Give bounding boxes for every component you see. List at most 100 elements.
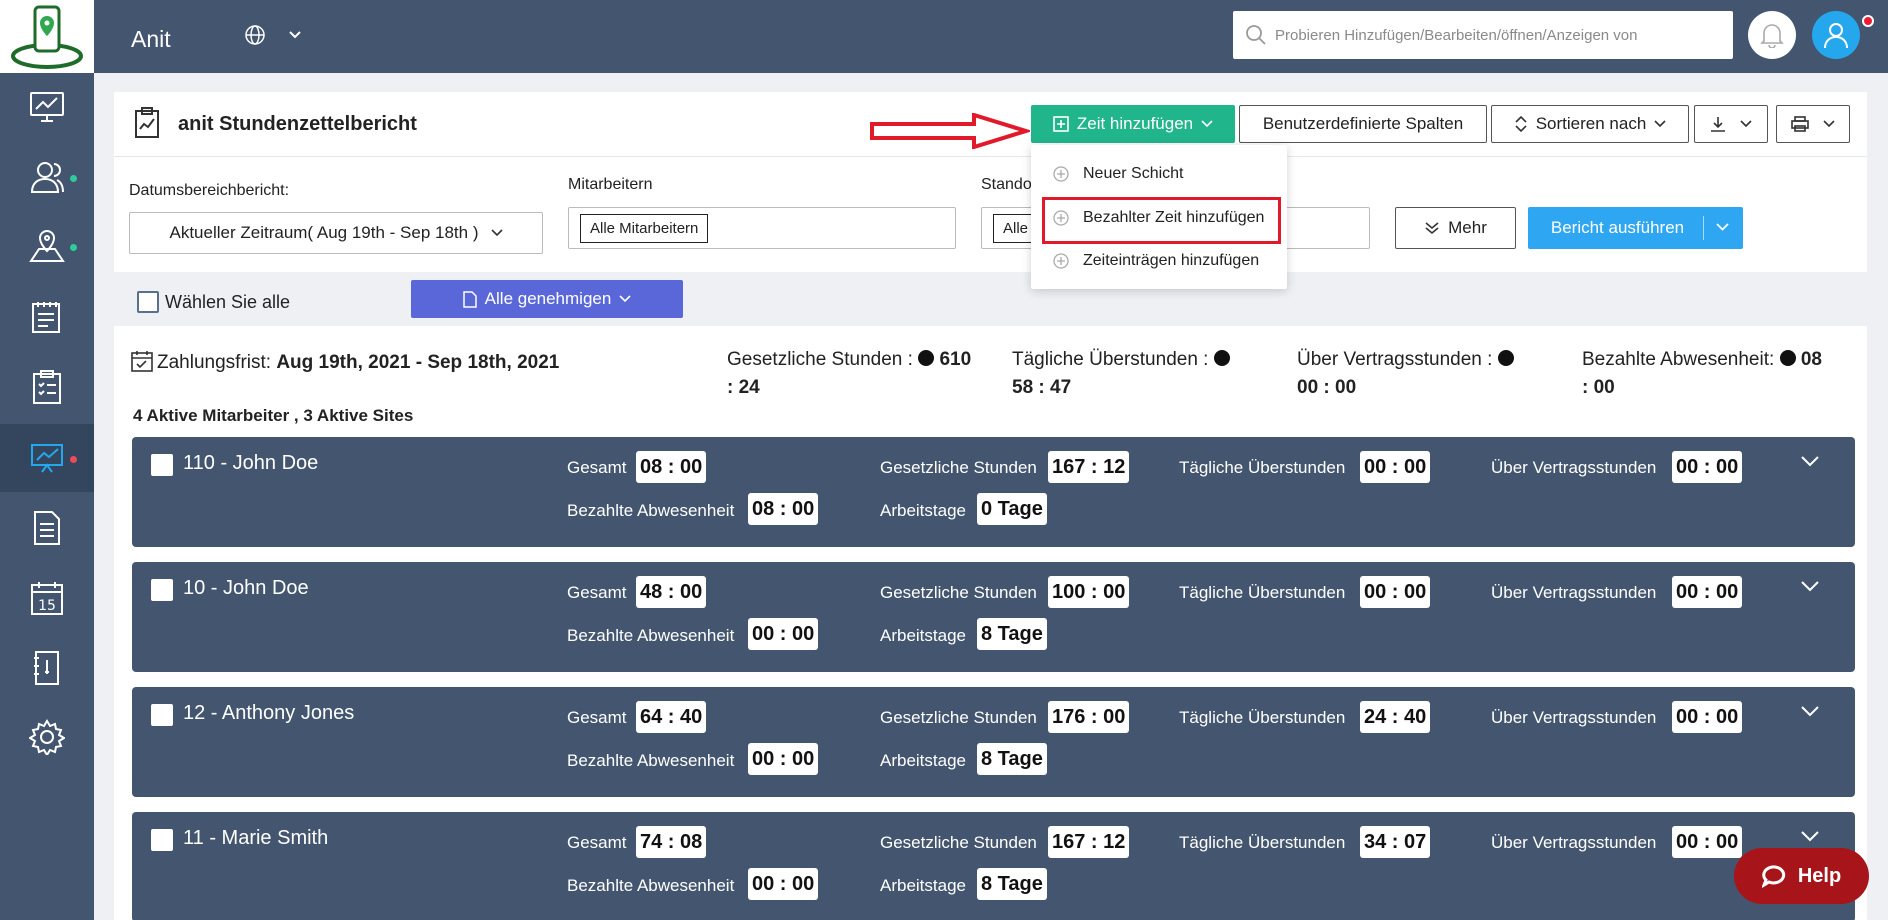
legal-hours-value: 176 : 00 (1048, 701, 1130, 733)
employee-name: 10 - John Doe (183, 577, 309, 599)
workdays-value: 0 Tage (977, 493, 1047, 525)
nav-documents[interactable] (0, 494, 94, 562)
employee-checkbox[interactable] (151, 579, 173, 601)
summary-paid-label: Bezahlte Abwesenheit: (1582, 349, 1775, 370)
contract-hours-value: 00 : 00 (1672, 826, 1743, 858)
workdays-label: Arbeitstage (880, 501, 966, 520)
search-input[interactable] (1275, 26, 1715, 44)
nav-users[interactable] (0, 143, 94, 211)
help-label: Help (1797, 864, 1842, 887)
notifications-button[interactable] (1748, 11, 1796, 59)
language-selector[interactable] (244, 24, 302, 46)
employees-select[interactable]: Alle Mitarbeitern (568, 207, 956, 249)
approve-all-button[interactable]: Alle genehmigen (411, 280, 683, 318)
menu-item-new-shift[interactable]: Neuer Schicht (1031, 154, 1287, 194)
pay-period-label: Zahlungsfrist: (157, 352, 272, 373)
menu-item-label: Zeiteinträgen hinzufügen (1083, 252, 1260, 269)
employee-panel[interactable]: 10 - John Doe Gesamt 48 : 00 Gesetzliche… (132, 562, 1855, 672)
legal-hours-label: Gesetzliche Stunden (880, 458, 1037, 477)
nav-tasks[interactable] (0, 353, 94, 421)
search-icon (1246, 25, 1266, 45)
users-icon (30, 162, 64, 193)
chevron-down-icon[interactable] (1800, 830, 1820, 842)
dashboard-icon (30, 92, 64, 122)
download-button[interactable] (1694, 105, 1768, 143)
nav-notebook[interactable] (0, 634, 94, 702)
print-button[interactable] (1776, 105, 1850, 143)
total-value: 64 : 40 (636, 701, 707, 733)
summary-legal-value-2: : 24 (727, 377, 760, 398)
custom-columns-button[interactable]: Benutzerdefinierte Spalten (1239, 105, 1487, 143)
app-logo[interactable] (0, 0, 94, 73)
clock-icon (1213, 350, 1230, 366)
nav-calendar[interactable]: 15 (0, 564, 94, 632)
plus-circle-icon (1053, 253, 1069, 269)
add-time-button[interactable]: Zeit hinzufügen (1031, 105, 1235, 143)
notebook-icon (34, 651, 59, 685)
summary-legal-label: Gesetzliche Stunden : (727, 349, 913, 370)
user-avatar[interactable] (1812, 11, 1860, 59)
more-filters-button[interactable]: Mehr (1395, 207, 1516, 249)
summary-overtime-label: Tägliche Überstunden : (1012, 349, 1209, 370)
contract-hours-label: Über Vertragsstunden (1491, 583, 1657, 602)
pay-period-value: Aug 19th, 2021 - Sep 18th, 2021 (276, 352, 560, 373)
employee-panel[interactable]: 11 - Marie Smith Gesamt 74 : 08 Gesetzli… (132, 812, 1855, 920)
nav-reports[interactable] (0, 424, 94, 492)
nav-settings[interactable] (0, 703, 94, 771)
help-button[interactable]: Help (1734, 848, 1869, 904)
contract-hours-label: Über Vertragsstunden (1491, 833, 1657, 852)
plus-square-icon (1053, 116, 1069, 132)
workdays-value: 8 Tage (977, 868, 1047, 900)
sort-icon (1515, 116, 1527, 132)
employee-name: 12 - Anthony Jones (183, 702, 355, 724)
chevron-down-icon[interactable] (1716, 223, 1729, 232)
double-chevron-down-icon (1425, 222, 1439, 235)
daily-overtime-label: Tägliche Überstunden (1179, 458, 1346, 477)
employees-label: Mitarbeitern (568, 176, 653, 193)
annotation-arrow-icon (870, 113, 1030, 149)
legal-hours-label: Gesetzliche Stunden (880, 583, 1037, 602)
chevron-down-icon (289, 31, 301, 39)
chevron-down-icon (1201, 120, 1213, 128)
nav-dashboard[interactable] (0, 73, 94, 141)
nav-schedule[interactable] (0, 283, 94, 351)
settings-icon (29, 719, 65, 755)
sort-button[interactable]: Sortieren nach (1491, 105, 1689, 143)
chevron-down-icon[interactable] (1800, 455, 1820, 467)
paid-absence-label: Bezahlte Abwesenheit (567, 626, 735, 645)
total-value: 48 : 00 (636, 576, 707, 608)
highlight-box (1042, 197, 1281, 244)
printer-icon (1791, 116, 1809, 132)
schedule-icon (32, 302, 60, 333)
workdays-label: Arbeitstage (880, 876, 966, 895)
employee-panel[interactable]: 12 - Anthony Jones Gesamt 64 : 40 Gesetz… (132, 687, 1855, 797)
global-search[interactable] (1233, 11, 1733, 59)
select-all-label: Wählen Sie alle (165, 291, 291, 312)
workdays-label: Arbeitstage (880, 626, 966, 645)
employee-checkbox[interactable] (151, 704, 173, 726)
date-range-select[interactable]: Aktueller Zeitraum( Aug 19th - Sep 18th … (129, 212, 543, 254)
bell-icon (1760, 24, 1784, 48)
paid-absence-label: Bezahlte Abwesenheit (567, 751, 735, 770)
summary-paid-absence: Bezahlte Abwesenheit: 08 : 00 (1582, 346, 1862, 402)
contract-hours-label: Über Vertragsstunden (1491, 458, 1657, 477)
calendar-check-icon (131, 351, 153, 372)
employee-name: 110 - John Doe (183, 452, 319, 474)
nav-sites[interactable] (0, 212, 94, 280)
workdays-value: 8 Tage (977, 743, 1047, 775)
chevron-down-icon[interactable] (1800, 705, 1820, 717)
select-all[interactable]: Wählen Sie alle (137, 291, 290, 313)
reports-icon (31, 444, 63, 473)
map-pin-icon (29, 229, 65, 262)
select-all-checkbox[interactable] (137, 291, 159, 313)
employee-checkbox[interactable] (151, 829, 173, 851)
run-report-button[interactable]: Bericht ausführen (1528, 207, 1743, 249)
legal-hours-label: Gesetzliche Stunden (880, 833, 1037, 852)
employee-panel[interactable]: 110 - John Doe Gesamt 08 : 00 Gesetzlich… (132, 437, 1855, 547)
menu-item-add-time-entries[interactable]: Zeiteinträgen hinzufügen (1031, 241, 1287, 281)
document-icon (34, 511, 60, 545)
chevron-down-icon[interactable] (1800, 580, 1820, 592)
chevron-down-icon (490, 229, 503, 237)
chevron-down-icon (1654, 120, 1666, 128)
employee-checkbox[interactable] (151, 454, 173, 476)
